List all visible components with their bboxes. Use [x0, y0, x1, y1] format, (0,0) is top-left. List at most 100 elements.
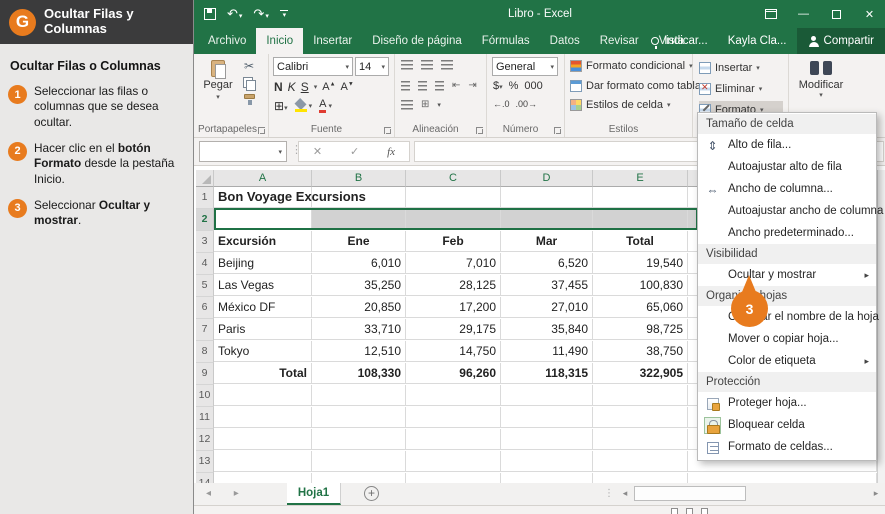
- cell-C3[interactable]: Feb: [406, 231, 501, 252]
- bold-button[interactable]: N: [274, 80, 283, 94]
- menu-item-ocultar-y-mostrar[interactable]: Ocultar y mostrar▸: [698, 264, 876, 286]
- grow-font-button[interactable]: A▲: [322, 81, 335, 93]
- menu-item-color-de-etiqueta[interactable]: Color de etiqueta▸: [698, 350, 876, 372]
- row-header-10[interactable]: 10: [196, 385, 214, 407]
- column-header-A[interactable]: A: [214, 170, 312, 187]
- menu-item-autoajustar-alto-de-fila[interactable]: Autoajustar alto de fila: [698, 156, 876, 178]
- cell-B9[interactable]: 108,330: [312, 363, 406, 384]
- font-size-combo[interactable]: 14▾: [355, 57, 389, 76]
- select-all-corner[interactable]: [196, 170, 214, 187]
- cell-A7[interactable]: Paris: [214, 319, 312, 340]
- cell-E5[interactable]: 100,830: [593, 275, 688, 296]
- align-left-icon[interactable]: [401, 81, 410, 91]
- menu-item-alto-de-fila[interactable]: ⇕Alto de fila...: [698, 134, 876, 156]
- maximize-button[interactable]: [820, 0, 853, 28]
- menu-item-ancho-predeterminado[interactable]: Ancho predeterminado...: [698, 222, 876, 244]
- menu-item-mover-o-copiar-hoja[interactable]: Mover o copiar hoja...: [698, 328, 876, 350]
- cell-C8[interactable]: 14,750: [406, 341, 501, 362]
- increase-indent-icon[interactable]: ⇥: [468, 80, 476, 91]
- cell-A9[interactable]: Total: [214, 363, 312, 384]
- cell-A5[interactable]: Las Vegas: [214, 275, 312, 296]
- cell-C10[interactable]: [406, 385, 501, 406]
- cell-D13[interactable]: [501, 451, 593, 472]
- cell-D8[interactable]: 11,490: [501, 341, 593, 362]
- wrap-text-icon[interactable]: [401, 100, 413, 110]
- format-as-table-button[interactable]: Dar formato como tabla ▾: [570, 80, 708, 92]
- row-header-1[interactable]: 1: [196, 187, 214, 209]
- cell-D4[interactable]: 6,520: [501, 253, 593, 274]
- column-header-C[interactable]: C: [406, 170, 501, 187]
- row-header-5[interactable]: 5: [196, 275, 214, 297]
- cell-A11[interactable]: [214, 407, 312, 428]
- cell-D11[interactable]: [501, 407, 593, 428]
- cell-E3[interactable]: Total: [593, 231, 688, 252]
- cell-D5[interactable]: 37,455: [501, 275, 593, 296]
- number-format-combo[interactable]: General▾: [492, 57, 558, 76]
- cell-D1[interactable]: [501, 187, 593, 208]
- row-header-11[interactable]: 11: [196, 407, 214, 429]
- menu-item-formato-de-celdas[interactable]: Formato de celdas...: [698, 436, 876, 458]
- share-button[interactable]: Compartir: [797, 28, 885, 54]
- menu-item-proteger-hoja[interactable]: Proteger hoja...: [698, 392, 876, 414]
- cell-E11[interactable]: [593, 407, 688, 428]
- cell-A8[interactable]: Tokyo: [214, 341, 312, 362]
- cell-C12[interactable]: [406, 429, 501, 450]
- column-header-E[interactable]: E: [593, 170, 688, 187]
- view-shortcuts[interactable]: [671, 508, 708, 514]
- tab-diseno-de-pagina[interactable]: Diseño de página: [362, 28, 472, 54]
- cell-C5[interactable]: 28,125: [406, 275, 501, 296]
- hscroll-right-icon[interactable]: ▸: [869, 486, 883, 501]
- tab-datos[interactable]: Datos: [540, 28, 590, 54]
- cell-D12[interactable]: [501, 429, 593, 450]
- row-header-9[interactable]: 9: [196, 363, 214, 385]
- cell-C1[interactable]: [406, 187, 501, 208]
- column-header-D[interactable]: D: [501, 170, 593, 187]
- hscroll-thumb[interactable]: [634, 486, 746, 501]
- cell-E6[interactable]: 65,060: [593, 297, 688, 318]
- comma-style-button[interactable]: 000: [524, 80, 542, 92]
- cell-C6[interactable]: 17,200: [406, 297, 501, 318]
- underline-button[interactable]: S: [301, 80, 309, 94]
- cell-C13[interactable]: [406, 451, 501, 472]
- increase-decimal-icon[interactable]: ←.0: [493, 99, 510, 109]
- font-name-combo[interactable]: Calibri▾: [273, 57, 353, 76]
- menu-item-bloquear-celda[interactable]: Bloquear celda: [698, 414, 876, 436]
- cell-E8[interactable]: 38,750: [593, 341, 688, 362]
- align-bottom-icon[interactable]: [441, 60, 453, 70]
- align-center-icon[interactable]: [418, 81, 427, 91]
- close-button[interactable]: ✕: [853, 0, 885, 28]
- currency-button[interactable]: $▾: [493, 80, 503, 92]
- align-right-icon[interactable]: [435, 81, 444, 91]
- cell-B2[interactable]: [312, 209, 406, 230]
- merge-center-icon[interactable]: ⊞: [421, 99, 429, 110]
- enter-icon[interactable]: ✓: [350, 145, 359, 158]
- format-painter-icon[interactable]: [244, 94, 255, 99]
- cell-E2[interactable]: [593, 209, 688, 230]
- cell-B5[interactable]: 35,250: [312, 275, 406, 296]
- cell-B7[interactable]: 33,710: [312, 319, 406, 340]
- column-header-B[interactable]: B: [312, 170, 406, 187]
- row-header-13[interactable]: 13: [196, 451, 214, 473]
- borders-button[interactable]: ⊞▾: [274, 99, 288, 113]
- cell-D10[interactable]: [501, 385, 593, 406]
- add-sheet-icon[interactable]: +: [364, 486, 379, 501]
- percent-button[interactable]: %: [509, 80, 519, 92]
- align-middle-icon[interactable]: [421, 60, 433, 70]
- cell-C2[interactable]: [406, 209, 501, 230]
- tab-inicio[interactable]: Inicio: [256, 28, 303, 54]
- italic-button[interactable]: K: [288, 80, 296, 94]
- cell-E1[interactable]: [593, 187, 688, 208]
- cell-E9[interactable]: 322,905: [593, 363, 688, 384]
- cell-A12[interactable]: [214, 429, 312, 450]
- cut-icon[interactable]: ✂: [244, 60, 254, 72]
- sheet-tab-hoja1[interactable]: Hoja1: [287, 483, 341, 505]
- row-header-3[interactable]: 3: [196, 231, 214, 253]
- tab-revisar[interactable]: Revisar: [590, 28, 649, 54]
- cell-B4[interactable]: 6,010: [312, 253, 406, 274]
- cell-A4[interactable]: Beijing: [214, 253, 312, 274]
- copy-icon[interactable]: [243, 77, 255, 89]
- cell-E12[interactable]: [593, 429, 688, 450]
- cell-styles-button[interactable]: Estilos de celda ▾: [570, 99, 671, 111]
- cancel-icon[interactable]: ✕: [313, 145, 322, 158]
- row-header-8[interactable]: 8: [196, 341, 214, 363]
